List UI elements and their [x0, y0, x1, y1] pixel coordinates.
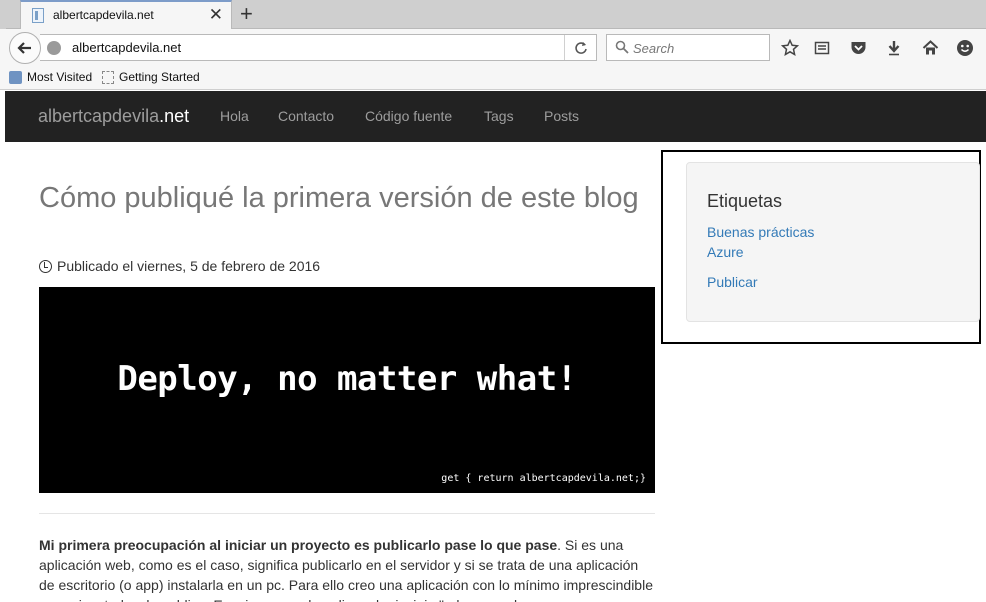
tags-panel: Etiquetas Buenas prácticas Azure Publica… — [686, 162, 980, 322]
hero-image: Deploy, no matter what! get { return alb… — [39, 287, 655, 493]
clock-icon — [39, 259, 52, 273]
pocket-icon[interactable] — [848, 38, 868, 58]
nav-link-tags[interactable]: Tags — [484, 108, 514, 124]
tab-title: albertcapdevila.net — [53, 8, 154, 22]
search-box[interactable]: Search — [606, 34, 770, 61]
tag-link-azure[interactable]: Azure — [707, 244, 744, 260]
tag-link-publicar[interactable]: Publicar — [707, 274, 758, 290]
hero-subtitle: get { return albertcapdevila.net;} — [441, 473, 646, 484]
tag-link-buenas-practicas[interactable]: Buenas prácticas — [707, 224, 814, 240]
post-title: Cómo publiqué la primera versión de este… — [39, 182, 639, 214]
bookmark-label: Getting Started — [119, 70, 200, 84]
post-date: Publicado el viernes, 5 de febrero de 20… — [57, 258, 321, 274]
browser-tab-strip: albertcapdevila.net ✕ + — [0, 0, 986, 64]
site-brand[interactable]: albertcapdevila.net — [38, 106, 189, 127]
post-body: Mi primera preocupación al iniciar un pr… — [39, 535, 655, 602]
nav-link-hola[interactable]: Hola — [220, 108, 249, 124]
most-visited-icon — [9, 70, 22, 84]
back-arrow-icon — [17, 42, 31, 54]
reload-icon[interactable] — [564, 35, 596, 60]
smiley-feedback-icon[interactable] — [955, 38, 975, 58]
address-bar[interactable]: albertcapdevila.net — [40, 34, 597, 61]
browser-tab[interactable]: albertcapdevila.net ✕ — [20, 0, 232, 30]
hero-title: Deploy, no matter what! — [117, 359, 577, 399]
page-favicon-icon — [32, 8, 44, 23]
bookmark-most-visited[interactable]: Most Visited — [9, 70, 92, 84]
divider — [39, 513, 655, 514]
tags-title: Etiquetas — [707, 191, 783, 211]
globe-icon — [47, 41, 61, 55]
brand-name: albertcapdevila — [38, 106, 160, 126]
bookmarks-toolbar: Most Visited Getting Started — [0, 66, 986, 90]
search-placeholder: Search — [633, 41, 675, 56]
nav-link-posts[interactable]: Posts — [544, 108, 579, 124]
close-tab-icon[interactable]: ✕ — [209, 5, 223, 25]
nav-link-codigo-fuente[interactable]: Código fuente — [365, 108, 452, 124]
reading-list-icon[interactable] — [812, 38, 832, 58]
bookmark-label: Most Visited — [27, 70, 93, 84]
site-navbar: albertcapdevila.net Hola Contacto Código… — [5, 91, 986, 142]
new-tab-button[interactable]: + — [240, 1, 253, 27]
post-meta: Publicado el viernes, 5 de febrero de 20… — [39, 258, 320, 274]
page-icon — [102, 70, 114, 84]
sidebar-highlight: Etiquetas Buenas prácticas Azure Publica… — [661, 150, 981, 344]
download-icon[interactable] — [884, 38, 904, 58]
brand-tld: .net — [159, 106, 190, 126]
browser-toolbar: albertcapdevila.net Search — [0, 29, 986, 66]
search-icon — [615, 40, 629, 54]
bookmark-star-icon[interactable] — [780, 38, 800, 58]
bookmark-getting-started[interactable]: Getting Started — [102, 70, 200, 84]
back-button[interactable] — [9, 32, 41, 64]
post-lead-bold: Mi primera preocupación al iniciar un pr… — [39, 537, 558, 553]
home-icon[interactable] — [920, 38, 940, 58]
nav-link-contacto[interactable]: Contacto — [278, 108, 334, 124]
url-text[interactable]: albertcapdevila.net — [72, 40, 181, 55]
